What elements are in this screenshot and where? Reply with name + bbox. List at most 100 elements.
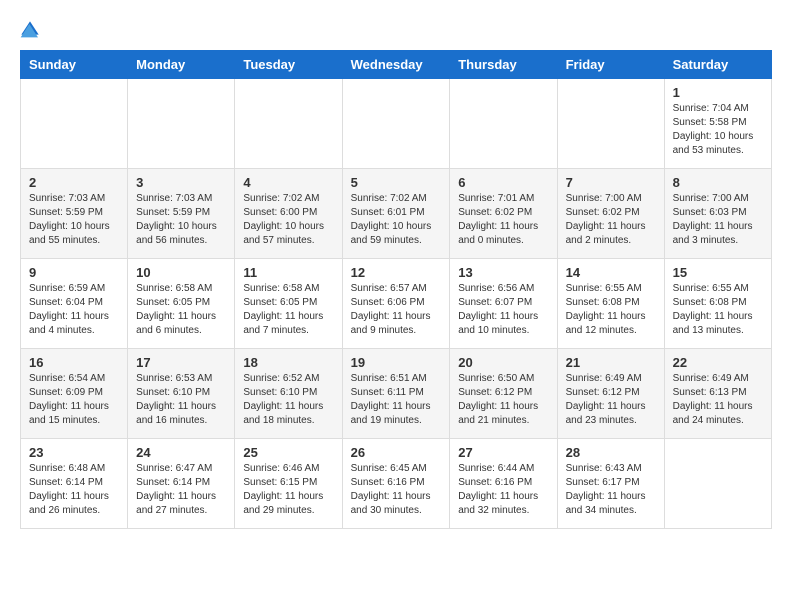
day-info: Sunrise: 6:51 AM Sunset: 6:11 PM Dayligh… bbox=[351, 372, 442, 428]
day-number: 18 bbox=[243, 355, 333, 370]
calendar-cell: 21 Sunrise: 6:49 AM Sunset: 6:12 PM Dayli… bbox=[557, 349, 664, 439]
weekday-header-monday: Monday bbox=[128, 51, 235, 79]
calendar-cell: 16Sunrise: 6:54 AM Sunset: 6:09 PM Dayli… bbox=[21, 349, 128, 439]
logo bbox=[20, 20, 44, 40]
day-info: Sunrise: 6:58 AM Sunset: 6:05 PM Dayligh… bbox=[136, 282, 226, 338]
day-info: Sunrise: 6:49 AM Sunset: 6:12 PM Dayligh… bbox=[566, 372, 656, 428]
day-number: 24 bbox=[136, 445, 226, 460]
calendar-cell: 18 Sunrise: 6:52 AM Sunset: 6:10 PM Dayli… bbox=[235, 349, 342, 439]
calendar-cell: 15 Sunrise: 6:55 AM Sunset: 6:08 PM Dayli… bbox=[664, 259, 771, 349]
day-info: Sunrise: 6:56 AM Sunset: 6:07 PM Dayligh… bbox=[458, 282, 548, 338]
calendar-table: SundayMondayTuesdayWednesdayThursdayFrid… bbox=[20, 50, 772, 529]
day-info: Sunrise: 7:01 AM Sunset: 6:02 PM Dayligh… bbox=[458, 192, 548, 248]
calendar-cell: 28 Sunrise: 6:43 AM Sunset: 6:17 PM Dayli… bbox=[557, 439, 664, 529]
day-info: Sunrise: 6:53 AM Sunset: 6:10 PM Dayligh… bbox=[136, 372, 226, 428]
day-number: 14 bbox=[566, 265, 656, 280]
weekday-header-wednesday: Wednesday bbox=[342, 51, 450, 79]
day-number: 22 bbox=[673, 355, 763, 370]
calendar-cell: 8 Sunrise: 7:00 AM Sunset: 6:03 PM Daylig… bbox=[664, 169, 771, 259]
weekday-header-sunday: Sunday bbox=[21, 51, 128, 79]
day-number: 1 bbox=[673, 85, 763, 100]
weekday-header-friday: Friday bbox=[557, 51, 664, 79]
day-number: 25 bbox=[243, 445, 333, 460]
calendar-cell: 1 Sunrise: 7:04 AM Sunset: 5:58 PM Daylig… bbox=[664, 79, 771, 169]
day-number: 13 bbox=[458, 265, 548, 280]
day-number: 21 bbox=[566, 355, 656, 370]
day-info: Sunrise: 6:43 AM Sunset: 6:17 PM Dayligh… bbox=[566, 462, 656, 518]
day-info: Sunrise: 6:59 AM Sunset: 6:04 PM Dayligh… bbox=[29, 282, 119, 338]
day-number: 3 bbox=[136, 175, 226, 190]
calendar-cell: 19 Sunrise: 6:51 AM Sunset: 6:11 PM Dayli… bbox=[342, 349, 450, 439]
day-number: 28 bbox=[566, 445, 656, 460]
day-info: Sunrise: 7:00 AM Sunset: 6:02 PM Dayligh… bbox=[566, 192, 656, 248]
calendar-cell: 9 Sunrise: 6:59 AM Sunset: 6:04 PM Daylig… bbox=[21, 259, 128, 349]
calendar-cell bbox=[21, 79, 128, 169]
day-number: 2 bbox=[29, 175, 119, 190]
calendar-week-row: 1 Sunrise: 7:04 AM Sunset: 5:58 PM Daylig… bbox=[21, 79, 772, 169]
day-number: 19 bbox=[351, 355, 442, 370]
calendar-cell bbox=[664, 439, 771, 529]
calendar-cell: 23 Sunrise: 6:48 AM Sunset: 6:14 PM Dayli… bbox=[21, 439, 128, 529]
calendar-cell: 22Sunrise: 6:49 AM Sunset: 6:13 PM Dayli… bbox=[664, 349, 771, 439]
calendar-cell: 6 Sunrise: 7:01 AM Sunset: 6:02 PM Daylig… bbox=[450, 169, 557, 259]
day-number: 12 bbox=[351, 265, 442, 280]
day-info: Sunrise: 6:46 AM Sunset: 6:15 PM Dayligh… bbox=[243, 462, 333, 518]
calendar-cell: 27Sunrise: 6:44 AM Sunset: 6:16 PM Dayli… bbox=[450, 439, 557, 529]
calendar-cell: 17Sunrise: 6:53 AM Sunset: 6:10 PM Dayli… bbox=[128, 349, 235, 439]
calendar-cell: 14 Sunrise: 6:55 AM Sunset: 6:08 PM Dayli… bbox=[557, 259, 664, 349]
calendar-cell: 25 Sunrise: 6:46 AM Sunset: 6:15 PM Dayli… bbox=[235, 439, 342, 529]
calendar-week-row: 16Sunrise: 6:54 AM Sunset: 6:09 PM Dayli… bbox=[21, 349, 772, 439]
calendar-cell: 5 Sunrise: 7:02 AM Sunset: 6:01 PM Daylig… bbox=[342, 169, 450, 259]
calendar-cell: 20 Sunrise: 6:50 AM Sunset: 6:12 PM Dayli… bbox=[450, 349, 557, 439]
day-info: Sunrise: 7:02 AM Sunset: 6:00 PM Dayligh… bbox=[243, 192, 333, 248]
day-number: 6 bbox=[458, 175, 548, 190]
day-info: Sunrise: 7:02 AM Sunset: 6:01 PM Dayligh… bbox=[351, 192, 442, 248]
day-number: 9 bbox=[29, 265, 119, 280]
calendar-cell: 2 Sunrise: 7:03 AM Sunset: 5:59 PM Daylig… bbox=[21, 169, 128, 259]
calendar-cell: 3 Sunrise: 7:03 AM Sunset: 5:59 PM Daylig… bbox=[128, 169, 235, 259]
day-info: Sunrise: 6:57 AM Sunset: 6:06 PM Dayligh… bbox=[351, 282, 442, 338]
day-number: 10 bbox=[136, 265, 226, 280]
day-info: Sunrise: 6:50 AM Sunset: 6:12 PM Dayligh… bbox=[458, 372, 548, 428]
calendar-cell: 10 Sunrise: 6:58 AM Sunset: 6:05 PM Dayli… bbox=[128, 259, 235, 349]
day-number: 8 bbox=[673, 175, 763, 190]
day-info: Sunrise: 7:03 AM Sunset: 5:59 PM Dayligh… bbox=[29, 192, 119, 248]
day-info: Sunrise: 7:03 AM Sunset: 5:59 PM Dayligh… bbox=[136, 192, 226, 248]
calendar-cell: 12 Sunrise: 6:57 AM Sunset: 6:06 PM Dayli… bbox=[342, 259, 450, 349]
day-info: Sunrise: 6:47 AM Sunset: 6:14 PM Dayligh… bbox=[136, 462, 226, 518]
day-info: Sunrise: 7:00 AM Sunset: 6:03 PM Dayligh… bbox=[673, 192, 763, 248]
day-info: Sunrise: 6:45 AM Sunset: 6:16 PM Dayligh… bbox=[351, 462, 442, 518]
calendar-cell: 7 Sunrise: 7:00 AM Sunset: 6:02 PM Daylig… bbox=[557, 169, 664, 259]
day-number: 5 bbox=[351, 175, 442, 190]
calendar-cell: 24 Sunrise: 6:47 AM Sunset: 6:14 PM Dayli… bbox=[128, 439, 235, 529]
day-number: 20 bbox=[458, 355, 548, 370]
calendar-week-row: 23 Sunrise: 6:48 AM Sunset: 6:14 PM Dayli… bbox=[21, 439, 772, 529]
day-info: Sunrise: 6:48 AM Sunset: 6:14 PM Dayligh… bbox=[29, 462, 119, 518]
day-number: 7 bbox=[566, 175, 656, 190]
calendar-cell: 26 Sunrise: 6:45 AM Sunset: 6:16 PM Dayli… bbox=[342, 439, 450, 529]
weekday-header-thursday: Thursday bbox=[450, 51, 557, 79]
calendar-cell: 11 Sunrise: 6:58 AM Sunset: 6:05 PM Dayli… bbox=[235, 259, 342, 349]
day-number: 15 bbox=[673, 265, 763, 280]
calendar-cell bbox=[128, 79, 235, 169]
day-info: Sunrise: 6:52 AM Sunset: 6:10 PM Dayligh… bbox=[243, 372, 333, 428]
calendar-week-row: 9 Sunrise: 6:59 AM Sunset: 6:04 PM Daylig… bbox=[21, 259, 772, 349]
day-info: Sunrise: 6:58 AM Sunset: 6:05 PM Dayligh… bbox=[243, 282, 333, 338]
calendar-cell bbox=[235, 79, 342, 169]
day-number: 16 bbox=[29, 355, 119, 370]
day-info: Sunrise: 6:44 AM Sunset: 6:16 PM Dayligh… bbox=[458, 462, 548, 518]
day-info: Sunrise: 6:55 AM Sunset: 6:08 PM Dayligh… bbox=[673, 282, 763, 338]
logo-icon bbox=[20, 20, 40, 40]
day-number: 23 bbox=[29, 445, 119, 460]
day-info: Sunrise: 6:55 AM Sunset: 6:08 PM Dayligh… bbox=[566, 282, 656, 338]
day-info: Sunrise: 7:04 AM Sunset: 5:58 PM Dayligh… bbox=[673, 102, 763, 158]
weekday-header-tuesday: Tuesday bbox=[235, 51, 342, 79]
day-number: 11 bbox=[243, 265, 333, 280]
calendar-cell: 13 Sunrise: 6:56 AM Sunset: 6:07 PM Dayli… bbox=[450, 259, 557, 349]
day-number: 26 bbox=[351, 445, 442, 460]
calendar-week-row: 2 Sunrise: 7:03 AM Sunset: 5:59 PM Daylig… bbox=[21, 169, 772, 259]
day-number: 4 bbox=[243, 175, 333, 190]
calendar-cell bbox=[557, 79, 664, 169]
weekday-header-saturday: Saturday bbox=[664, 51, 771, 79]
calendar-cell bbox=[342, 79, 450, 169]
